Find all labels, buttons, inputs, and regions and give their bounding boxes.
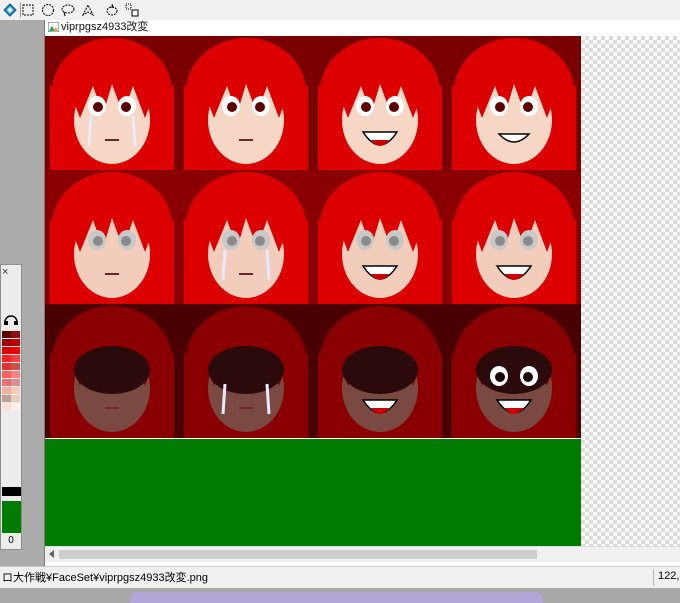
left-pupil (495, 372, 505, 382)
palette-swatch[interactable] (2, 331, 11, 338)
move-select-tool[interactable] (124, 2, 140, 18)
face-shadow (208, 346, 284, 394)
rect-select-icon (22, 4, 34, 16)
image-file-icon (48, 22, 59, 32)
left-pupil (227, 236, 237, 246)
background-color-swatch[interactable] (2, 501, 21, 533)
palette-swatch[interactable] (11, 387, 20, 394)
face-sprite-laughing (313, 304, 447, 438)
color-palette-panel: × 0 (0, 264, 22, 550)
left-pupil (495, 236, 505, 246)
palette-swatch[interactable] (2, 379, 11, 386)
palette-swatch[interactable] (2, 363, 11, 370)
face-sprite-crying (179, 170, 313, 304)
right-pupil (389, 236, 399, 246)
right-pupil (523, 102, 533, 112)
face-sprite-grinning (447, 170, 581, 304)
left-pupil (93, 102, 103, 112)
color-picker-icon (3, 3, 17, 17)
face-shadow (342, 346, 418, 394)
palette-swatch[interactable] (11, 403, 20, 410)
scroll-thumb[interactable] (59, 550, 537, 559)
file-path-text: ロ大作戦¥FaceSet¥viprpgsz4933改変.png (2, 572, 209, 584)
right-pupil (255, 102, 265, 112)
image-canvas[interactable] (45, 36, 581, 562)
palette-swatch[interactable] (2, 355, 11, 362)
ellipse-select-icon (42, 4, 54, 16)
polygon-select-icon (81, 3, 95, 17)
face-sprite-crying (179, 304, 313, 438)
magic-wand-tool[interactable] (104, 2, 120, 18)
palette-swatch[interactable] (11, 347, 20, 354)
document-title-bar: viprpgsz4933改変 (45, 20, 680, 34)
right-pupil (523, 372, 533, 382)
face-shadow (74, 346, 150, 394)
lasso-select-tool[interactable] (60, 2, 76, 18)
green-background-area (45, 439, 581, 562)
cursor-coordinates: 122,8 (653, 569, 680, 586)
face-sprite-happy (313, 36, 447, 170)
left-pupil (361, 236, 371, 246)
face-sprite-laughing (313, 170, 447, 304)
right-pupil (121, 102, 131, 112)
palette-swatch[interactable] (11, 331, 20, 338)
right-pupil (389, 102, 399, 112)
palette-swatches (2, 331, 21, 411)
face-sprite-crazy (447, 304, 581, 438)
ellipse-select-tool[interactable] (40, 2, 56, 18)
status-bar: ロ大作戦¥FaceSet¥viprpgsz4933改変.png 122,8 (0, 566, 680, 588)
palette-close-button[interactable]: × (2, 267, 8, 278)
palette-swatch[interactable] (2, 403, 11, 410)
foreground-color-swatch[interactable] (2, 487, 21, 496)
face-sprite-crying (45, 36, 179, 170)
palette-swatch[interactable] (11, 363, 20, 370)
palette-swatch[interactable] (2, 395, 11, 402)
palette-swatch[interactable] (2, 387, 11, 394)
transparent-area (581, 36, 680, 546)
magic-wand-icon (106, 3, 118, 16)
toolbar (0, 0, 680, 21)
right-pupil (255, 236, 265, 246)
right-pupil (523, 236, 533, 246)
left-pupil (93, 236, 103, 246)
taskbar-active-window[interactable] (130, 592, 543, 603)
document-title: viprpgsz4933改変 (61, 21, 149, 33)
scroll-left-icon[interactable] (47, 549, 57, 559)
right-pupil (121, 236, 131, 246)
palette-swatch[interactable] (11, 395, 20, 402)
image-document-window: viprpgsz4933改変 (44, 20, 680, 566)
palette-swatch[interactable] (2, 371, 11, 378)
lasso-select-icon (61, 4, 75, 17)
move-select-icon (125, 3, 139, 17)
palette-swatch[interactable] (11, 371, 20, 378)
polygon-select-tool[interactable] (80, 2, 96, 18)
palette-swatch[interactable] (11, 379, 20, 386)
horizontal-scrollbar[interactable] (45, 546, 680, 562)
palette-swatch[interactable] (11, 355, 20, 362)
palette-swatch[interactable] (2, 347, 11, 354)
rect-select-tool[interactable] (20, 2, 36, 18)
face-sprite-blank (45, 304, 179, 438)
face-sprite-neutral (179, 36, 313, 170)
palette-swatch[interactable] (2, 339, 11, 346)
left-pupil (361, 102, 371, 112)
face-sprite-worried (45, 170, 179, 304)
palette-swatch[interactable] (11, 339, 20, 346)
left-pupil (495, 102, 505, 112)
face-sprite-smile (447, 36, 581, 170)
palette-value[interactable]: 0 (3, 535, 19, 547)
left-pupil (227, 102, 237, 112)
color-picker-tool[interactable] (2, 2, 18, 18)
headphones-icon[interactable] (3, 313, 19, 325)
face-shadow (476, 346, 552, 394)
